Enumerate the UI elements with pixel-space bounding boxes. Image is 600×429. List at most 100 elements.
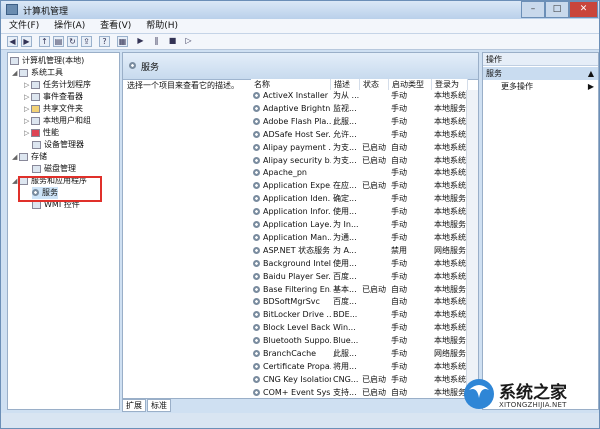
maximize-button[interactable]: □	[545, 1, 569, 18]
close-button[interactable]: ✕	[569, 1, 598, 18]
service-name: BranchCache	[253, 348, 331, 361]
actions-section-services[interactable]: 服务 ▲	[483, 67, 598, 80]
pause-service-icon[interactable]: ‖	[151, 36, 162, 47]
service-row[interactable]: BranchCache 此服... 手动 网络服务	[123, 348, 468, 361]
service-logon-as: 本地系统	[434, 142, 466, 152]
service-name: Apache_pn	[253, 167, 331, 180]
service-name-text: Alipay payment ...	[263, 142, 331, 152]
gear-icon	[253, 169, 260, 177]
service-startup-type: 手动	[391, 116, 407, 126]
service-name-text: Alipay security b...	[263, 155, 331, 165]
tree-item-performance[interactable]: ▷ 性能	[24, 127, 59, 139]
start-service-icon[interactable]: ▶	[135, 36, 146, 47]
up-folder-icon[interactable]: ↑	[39, 36, 50, 47]
restart-service-icon[interactable]: ▷	[183, 36, 194, 47]
properties-icon[interactable]: ▦	[117, 36, 128, 47]
service-row[interactable]: Block Level Back... Win... 手动 本地系统	[123, 322, 468, 335]
service-row[interactable]: ASP.NET 状态服务为 A... 禁用 网络服务	[123, 245, 468, 258]
service-row[interactable]: Adobe Flash Pla... 此服... 手动 本地系统	[123, 116, 468, 129]
service-row[interactable]: Baidu Player Ser... 百度... 手动 本地系统	[123, 271, 468, 284]
console-tree-icon[interactable]: ▤	[53, 36, 64, 47]
menu-help[interactable]: 帮助(H)	[146, 19, 178, 33]
more-actions-link[interactable]: 更多操作 ▶	[501, 81, 596, 93]
service-name-text: Base Filtering En...	[263, 284, 331, 294]
refresh-icon[interactable]: ↻	[67, 36, 78, 47]
service-row[interactable]: BitLocker Drive ... BDE... 手动 本地系统	[123, 309, 468, 322]
service-status: 已启动	[362, 155, 386, 165]
console-tree-pane: 计算机管理(本地) ◢ 系统工具 ▷ 任务计划程序 ▷ 事件查看器 ▷ 共享文件夹 ▷ 本…	[7, 52, 120, 410]
service-row[interactable]: ActiveX Installer ... 为从 ... 手动 本地系统	[123, 90, 468, 103]
service-name: COM+ Event Sys...	[253, 387, 331, 398]
tree-item-disk-management[interactable]: 磁盘管理	[32, 163, 76, 175]
menu-file[interactable]: 文件(F)	[9, 19, 39, 33]
back-icon[interactable]: ◀	[7, 36, 18, 47]
service-name-text: Apache_pn	[263, 168, 307, 178]
tab-standard[interactable]: 标准	[147, 399, 171, 412]
service-name-text: Certificate Propa...	[263, 361, 331, 371]
service-name: Application Man...	[253, 232, 331, 245]
help-icon[interactable]: ?	[99, 36, 110, 47]
service-name: Application Laye...	[253, 219, 331, 232]
minimize-button[interactable]: –	[521, 1, 545, 18]
service-name: Certificate Propa...	[253, 361, 331, 374]
tree-item-local-users[interactable]: ▷ 本地用户和组	[24, 115, 91, 127]
service-description-cell: 为 In...	[333, 220, 359, 229]
service-name: Bluetooth Suppo...	[253, 335, 331, 348]
gear-icon	[253, 350, 260, 357]
service-row[interactable]: COM+ Event Sys... 支持... 已启动 自动 本地服务	[123, 387, 468, 398]
column-header-startup-type[interactable]: 启动类型	[389, 79, 432, 90]
service-startup-type: 手动	[391, 129, 407, 139]
service-row[interactable]: Application Infor... 使用... 手动 本地系统	[123, 206, 468, 219]
service-row[interactable]: Alipay security b... 为支... 已启动 自动 本地系统	[123, 155, 468, 168]
service-row[interactable]: Application Iden... 确定... 手动 本地服务	[123, 193, 468, 206]
column-header-status[interactable]: 状态	[360, 79, 389, 90]
stop-service-icon[interactable]: ■	[167, 36, 178, 47]
service-row[interactable]: ADSafe Host Ser... 允许... 手动 本地系统	[123, 129, 468, 142]
service-row[interactable]: Bluetooth Suppo... Blue... 手动 本地服务	[123, 335, 468, 348]
service-startup-type: 自动	[391, 387, 407, 397]
service-description-cell: 在应...	[333, 181, 357, 191]
menu-view[interactable]: 查看(V)	[100, 19, 131, 33]
service-row[interactable]: Application Expe... 在应... 已启动 手动 本地系统	[123, 180, 468, 193]
service-name-text: BDSoftMgrSvc	[263, 297, 320, 307]
tab-extended[interactable]: 扩展	[122, 399, 146, 412]
column-header-logon-as[interactable]: 登录为	[432, 79, 468, 90]
tree-item-label: 性能	[43, 128, 59, 137]
tree-item-storage[interactable]: ◢ 存储	[12, 151, 47, 163]
service-row[interactable]: Adaptive Brightn... 监视... 手动 本地服务	[123, 103, 468, 116]
service-row[interactable]: Application Man... 为通... 手动 本地系统	[123, 232, 468, 245]
tree-item-system-tools[interactable]: ◢ 系统工具	[12, 67, 63, 79]
title-bar: 计算机管理 – □ ✕	[1, 1, 599, 19]
service-row[interactable]: CNG Key Isolation CNG... 已启动 手动 本地系统	[123, 374, 468, 387]
service-row[interactable]: Apache_pn 手动 本地系统	[123, 167, 468, 180]
service-logon-as: 本地服务	[434, 103, 466, 113]
service-startup-type: 手动	[391, 194, 407, 204]
service-row[interactable]: Application Laye... 为 In... 手动 本地服务	[123, 219, 468, 232]
service-row[interactable]: BDSoftMgrSvc 百度... 自动 本地系统	[123, 296, 468, 309]
tree-root[interactable]: 计算机管理(本地)	[10, 55, 84, 67]
service-startup-type: 手动	[391, 374, 407, 384]
service-logon-as: 本地系统	[434, 297, 466, 307]
service-row[interactable]: Base Filtering En... 基本... 已启动 自动 本地服务	[123, 284, 468, 297]
tree-item-event-viewer[interactable]: ▷ 事件查看器	[24, 91, 83, 103]
service-logon-as: 本地系统	[434, 258, 466, 268]
service-name: Background Intel...	[253, 258, 331, 271]
service-name: Base Filtering En...	[253, 284, 331, 297]
tree-item-task-scheduler[interactable]: ▷ 任务计划程序	[24, 79, 91, 91]
service-row[interactable]: Alipay payment ... 为支... 已启动 自动 本地系统	[123, 142, 468, 155]
service-row[interactable]: Certificate Propa... 将用... 手动 本地系统	[123, 361, 468, 374]
service-row[interactable]: Background Intel...使用... 手动 本地系统	[123, 258, 468, 271]
service-status: 已启动	[362, 284, 386, 294]
column-header-name[interactable]: 名称	[251, 79, 331, 90]
tree-item-shared-folders[interactable]: ▷ 共享文件夹	[24, 103, 83, 115]
forward-icon[interactable]: ▶	[21, 36, 32, 47]
tree-item-device-manager[interactable]: 设备管理器	[32, 139, 84, 151]
column-header-description[interactable]: 描述	[331, 79, 360, 90]
service-description-cell: 使用...	[333, 207, 357, 217]
menu-action[interactable]: 操作(A)	[54, 19, 85, 33]
service-logon-as: 本地系统	[434, 271, 466, 281]
service-startup-type: 手动	[391, 310, 407, 320]
service-status: 已启动	[362, 142, 386, 152]
export-list-icon[interactable]: ⇪	[81, 36, 92, 47]
vertical-scrollbar[interactable]	[466, 90, 478, 388]
